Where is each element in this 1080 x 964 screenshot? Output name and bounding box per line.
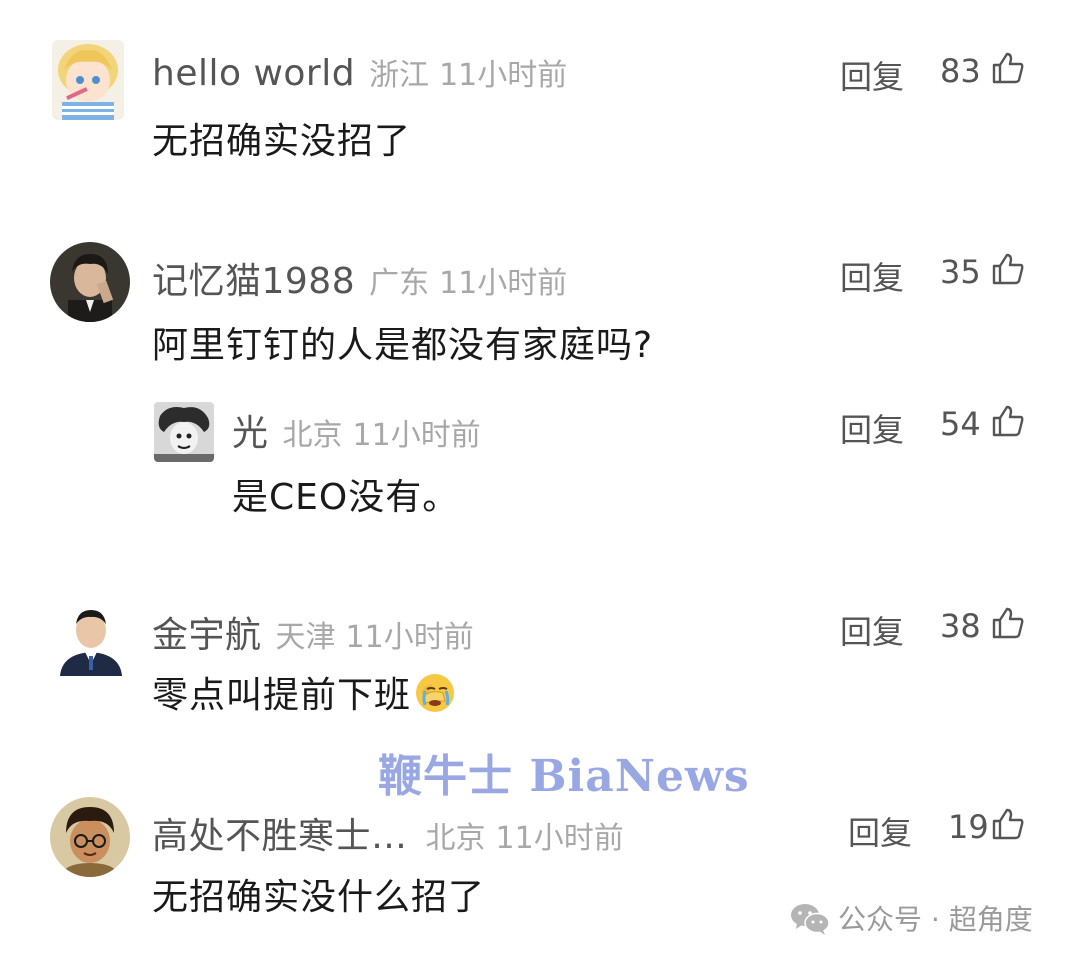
reply-button[interactable]: 回复 [840, 607, 904, 653]
comment-text: 是CEO没有。 [232, 477, 460, 518]
username[interactable]: hello world [152, 53, 355, 94]
like-count: 19 [948, 808, 989, 846]
comment-text: 无招确实没招了 [152, 121, 412, 162]
timestamp: 11小时前 [439, 266, 568, 301]
reply-button[interactable]: 回复 [840, 52, 904, 98]
like-count: 54 [940, 405, 981, 443]
reply-button[interactable]: 回复 [840, 405, 904, 451]
location-label: 北京 [425, 821, 486, 856]
face-palm-crying-emoji [416, 674, 455, 712]
avatar[interactable] [52, 40, 124, 120]
wechat-icon [791, 904, 830, 935]
like-count: 38 [940, 607, 981, 645]
reply-button[interactable]: 回复 [848, 808, 912, 854]
reply-button[interactable]: 回复 [840, 253, 904, 299]
comment-text: 无招确实没什么招了 [152, 877, 486, 918]
location-label: 广东 [369, 266, 430, 301]
comment-text: 阿里钉钉的人是都没有家庭吗? [152, 325, 654, 366]
location-label: 浙江 [369, 58, 430, 93]
like-count: 83 [940, 52, 981, 90]
thumbs-up-icon[interactable] [990, 50, 1026, 86]
username[interactable]: 金宇航 [152, 606, 262, 658]
username[interactable]: 记忆猫1988 [152, 252, 355, 304]
location-label: 北京 [282, 418, 343, 453]
like-count: 35 [940, 253, 981, 291]
avatar[interactable] [50, 797, 130, 877]
source-tag: 公众号 · 超角度 [790, 898, 1033, 938]
comment-text: 零点叫提前下班 [152, 666, 457, 718]
location-label: 天津 [275, 620, 336, 655]
source-label: 公众号 · 超角度 [838, 903, 1033, 936]
comment-text-content: 零点叫提前下班 [152, 675, 412, 716]
avatar[interactable] [154, 402, 214, 462]
thumbs-up-icon[interactable] [990, 806, 1026, 842]
timestamp: 11小时前 [345, 620, 474, 655]
avatar[interactable] [50, 242, 130, 322]
watermark: 鞭牛士 BiaNews [378, 751, 750, 802]
timestamp: 11小时前 [439, 58, 568, 93]
thumbs-up-icon[interactable] [990, 251, 1026, 287]
timestamp: 11小时前 [352, 418, 481, 453]
avatar[interactable] [52, 598, 130, 676]
username[interactable]: 光 [232, 404, 269, 456]
timestamp: 11小时前 [495, 821, 624, 856]
username[interactable]: 高处不胜寒士… [152, 807, 408, 859]
thumbs-up-icon[interactable] [990, 605, 1026, 641]
thumbs-up-icon[interactable] [990, 403, 1026, 439]
